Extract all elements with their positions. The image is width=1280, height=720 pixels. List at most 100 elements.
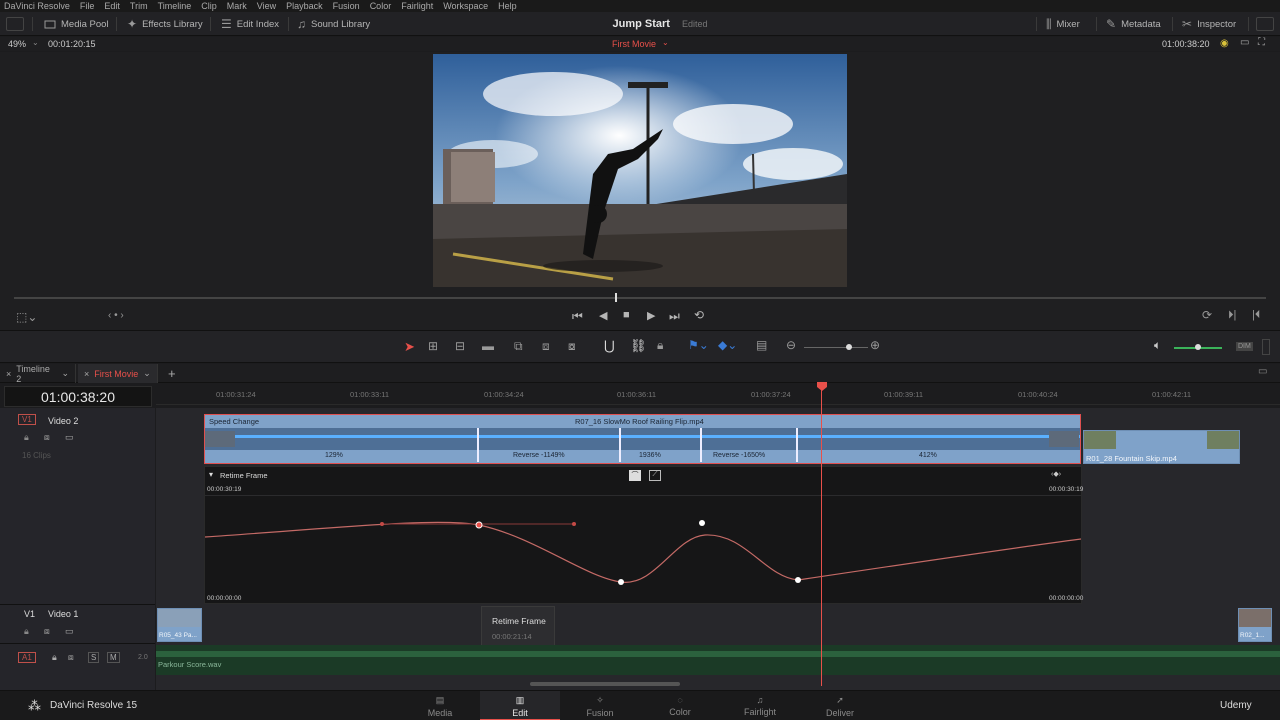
retime-keyframe[interactable]	[795, 577, 801, 583]
flag-icon[interactable]: ⚑⌄	[688, 338, 709, 352]
speed-change-clip[interactable]: Speed Change R07_16 SlowMo Roof Railing …	[204, 414, 1081, 464]
bezier-handle-right[interactable]	[572, 522, 576, 526]
position-lock-icon[interactable]: 🔒︎	[657, 338, 663, 353]
retime-keyframe[interactable]	[618, 579, 624, 585]
menu-item-color[interactable]: Color	[370, 0, 392, 12]
bezier-handle-left[interactable]	[380, 522, 384, 526]
speed-segment[interactable]: 1936%	[639, 452, 661, 459]
inspector-button[interactable]: ✂ Inspector	[1182, 12, 1236, 36]
snapping-icon[interactable]: ⋃	[604, 338, 615, 354]
mixer-button[interactable]: ⫼ Mixer	[1046, 12, 1080, 36]
linked-selection-icon[interactable]: ⛓	[630, 338, 647, 354]
selection-tool-icon[interactable]: ➤	[404, 339, 415, 355]
loop-icon[interactable]: ⟲	[694, 308, 704, 322]
speed-point-handle[interactable]	[796, 428, 798, 462]
edit-index-button[interactable]: ☰ Edit Index	[221, 12, 279, 36]
page-tab-edit[interactable]: ▥ Edit	[480, 691, 560, 720]
dim-button[interactable]: DIM	[1236, 342, 1253, 351]
scrubber-playhead[interactable]	[615, 293, 617, 302]
speed-segment[interactable]: 129%	[325, 452, 343, 459]
play-icon[interactable]: ▶	[647, 309, 655, 322]
timeline-name-display[interactable]: First Movie	[612, 39, 656, 49]
media-pool-button[interactable]: Media Pool	[44, 12, 109, 36]
lock-icon[interactable]: 🔒︎	[52, 652, 57, 663]
auto-select-icon[interactable]: ⧈	[68, 652, 74, 663]
lock-icon[interactable]: 🔒︎	[24, 626, 29, 637]
menu-item-fairlight[interactable]: Fairlight	[401, 0, 433, 12]
speed-segment[interactable]: Reverse -1650%	[713, 452, 765, 459]
menu-item-help[interactable]: Help	[498, 0, 517, 12]
lock-icon[interactable]: 🔒︎	[24, 432, 29, 443]
close-icon[interactable]: ×	[6, 369, 11, 379]
speed-point-handle[interactable]	[619, 428, 621, 462]
page-tab-fusion[interactable]: ✧ Fusion	[560, 691, 640, 720]
speed-segment[interactable]: Reverse -1149%	[513, 452, 565, 459]
track-name[interactable]: Video 2	[48, 416, 78, 426]
audio-clip-parkour-score[interactable]: Parkour Score.wav	[156, 645, 1280, 675]
dual-viewer-icon[interactable]: ▭	[1240, 37, 1249, 48]
v1-clip-left[interactable]: R05_43 Pa...	[157, 608, 202, 642]
playhead-line[interactable]	[821, 390, 822, 686]
retime-curve[interactable]	[205, 521, 1081, 583]
match-frame-icon[interactable]: ⟳	[1202, 308, 1212, 322]
scrubber-track[interactable]	[14, 297, 1266, 299]
view-options-icon[interactable]: ⬚⌄	[16, 310, 37, 324]
track-id-a1[interactable]: A1	[18, 652, 36, 663]
chevron-down-icon[interactable]: ⌄	[143, 368, 151, 379]
track-visibility-icon[interactable]: ▭	[65, 432, 74, 443]
page-tab-deliver[interactable]: ➚ Deliver	[800, 691, 880, 720]
chevron-down-icon[interactable]: ⌄	[61, 368, 69, 379]
play-reverse-icon[interactable]: ◀	[599, 309, 607, 322]
bypass-icon[interactable]: ◉	[1220, 38, 1229, 49]
timeline-ruler[interactable]: 01:00:31:24 01:00:33:11 01:00:34:24 01:0…	[156, 383, 1280, 405]
speed-segment[interactable]: 412%	[919, 452, 937, 459]
menu-item-workspace[interactable]: Workspace	[443, 0, 488, 12]
menu-item-view[interactable]: View	[257, 0, 276, 12]
menu-item-playback[interactable]: Playback	[286, 0, 323, 12]
metadata-button[interactable]: ✎ Metadata	[1106, 12, 1161, 36]
page-tab-fairlight[interactable]: ♫ Fairlight	[720, 691, 800, 720]
go-to-start-icon[interactable]: ⏮	[572, 309, 583, 324]
menu-item-trim[interactable]: Trim	[130, 0, 148, 12]
solo-button[interactable]: S	[88, 652, 100, 663]
track-id-v1[interactable]: V1	[24, 609, 35, 619]
volume-icon[interactable]: 🔈︎	[1154, 338, 1161, 353]
go-to-end-icon[interactable]: ⏭	[669, 309, 680, 324]
menu-item-clip[interactable]: Clip	[201, 0, 217, 12]
marker-icon[interactable]: ◆⌄	[718, 338, 737, 352]
stop-icon[interactable]: ■	[623, 309, 630, 321]
clip-fountain-skip[interactable]: R01_28 Fountain Skip.mp4	[1083, 430, 1240, 464]
zoom-out-icon[interactable]: ⊖	[786, 338, 796, 352]
timeline-scrollbar[interactable]	[530, 682, 680, 686]
auto-select-icon[interactable]: ⧈	[44, 432, 50, 443]
menu-item-app[interactable]: DaVinci Resolve	[4, 0, 70, 12]
sound-library-button[interactable]: ♫ Sound Library	[297, 12, 370, 36]
menu-item-fusion[interactable]: Fusion	[333, 0, 360, 12]
prev-edit-icon[interactable]: |⏴	[1252, 309, 1260, 322]
timeline-name-dropdown-icon[interactable]: ⌄	[662, 38, 669, 47]
effects-library-button[interactable]: ✦ Effects Library	[127, 12, 203, 36]
trim-tool-icon[interactable]: ⊞	[428, 339, 438, 353]
volume-slider-handle[interactable]	[1195, 344, 1201, 350]
speed-point-handle[interactable]	[477, 428, 479, 462]
panel-toggle-right-icon[interactable]	[1256, 17, 1274, 31]
zoom-slider-handle[interactable]	[846, 344, 852, 350]
track-name[interactable]: Video 1	[48, 609, 78, 619]
v1-clip-right[interactable]: R02_1...	[1238, 608, 1272, 642]
track-id-v2[interactable]: V1	[18, 414, 36, 425]
blade-tool-icon[interactable]: ▬	[482, 339, 494, 353]
page-tab-media[interactable]: ▤ Media	[400, 691, 480, 720]
menu-item-timeline[interactable]: Timeline	[158, 0, 192, 12]
overwrite-clip-icon[interactable]: ⧈	[542, 339, 550, 354]
track-visibility-icon[interactable]: ▭	[65, 626, 74, 637]
panel-toggle-icon[interactable]	[6, 17, 24, 31]
insert-clip-icon[interactable]: ⧉	[514, 339, 523, 354]
zoom-in-icon[interactable]: ⊕	[870, 338, 880, 352]
add-tab-icon[interactable]: +	[168, 366, 176, 381]
dynamic-trim-icon[interactable]: ⊟	[455, 339, 465, 353]
retime-keyframe[interactable]	[699, 520, 705, 526]
close-icon[interactable]: ×	[84, 369, 89, 379]
page-tab-color[interactable]: ◌ Color	[640, 691, 720, 720]
mute-button[interactable]: M	[107, 652, 120, 663]
next-edit-icon[interactable]: ⏵|	[1228, 309, 1236, 322]
